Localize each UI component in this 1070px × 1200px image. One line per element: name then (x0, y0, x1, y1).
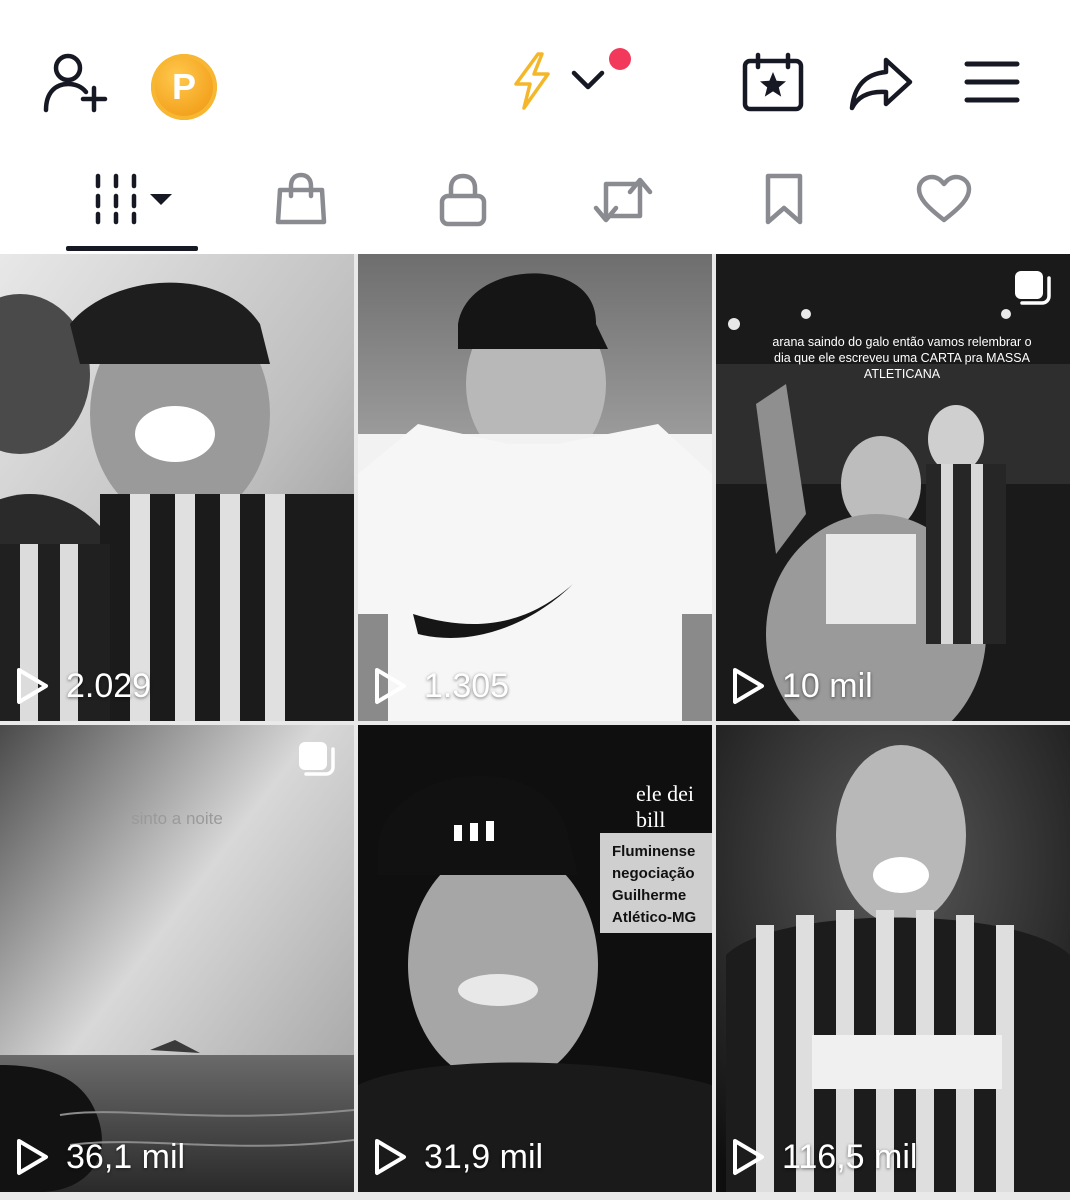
notification-dot (609, 48, 631, 70)
top-bar: P (0, 0, 1070, 150)
view-count: 116,5 mil (782, 1137, 918, 1176)
video-thumbnail (716, 254, 1070, 721)
lock-icon (439, 173, 487, 227)
carousel-icon (1015, 271, 1051, 305)
tab-shop[interactable] (250, 150, 350, 254)
view-count: 10 mil (782, 666, 873, 705)
view-count: 31,9 mil (424, 1137, 544, 1176)
video-tile[interactable]: arana saindo do galo então vamos relembr… (716, 254, 1070, 721)
view-count: 2.029 (66, 666, 152, 705)
video-thumbnail (0, 725, 354, 1192)
add-user-icon[interactable] (42, 52, 110, 114)
tab-selected-indicator (66, 246, 198, 251)
lightning-icon[interactable] (508, 52, 556, 110)
video-thumbnail (716, 725, 1070, 1192)
play-icon (375, 1139, 406, 1175)
view-count-badge: 36,1 mil (14, 1132, 185, 1182)
video-grid: 2.029 1.305 arana saindo do galo então v… (0, 254, 1070, 1200)
view-count: 1.305 (424, 666, 510, 705)
video-subcaption: Fluminense negociação Guilherme Atlético… (612, 843, 697, 926)
tab-private[interactable] (412, 150, 512, 254)
video-caption: ele dei bill (636, 781, 695, 832)
bookmark-icon (765, 173, 803, 225)
share-arrow-icon[interactable] (848, 56, 914, 112)
view-count: 36,1 mil (66, 1137, 186, 1176)
chevron-down-icon[interactable] (570, 68, 606, 92)
repost-icon (593, 177, 653, 223)
profile-screen: P 2.029 1.305 arana saindo do galo então… (0, 0, 1070, 1200)
video-caption: arana saindo do galo então vamos relembr… (772, 335, 1032, 381)
heart-icon (916, 174, 972, 223)
tab-liked[interactable] (894, 150, 994, 254)
view-count-badge: 116,5 mil (730, 1132, 917, 1182)
carousel-icon (299, 742, 335, 776)
play-icon (17, 668, 48, 704)
shopping-bag-icon (275, 172, 327, 225)
videos-grid-icon (95, 173, 172, 225)
play-icon (733, 668, 764, 704)
video-tile[interactable]: sinto a noite 36,1 mil (0, 725, 354, 1192)
tab-saved[interactable] (734, 150, 834, 254)
play-icon (733, 1139, 764, 1175)
video-tile[interactable]: 1.305 (358, 254, 712, 721)
video-caption: sinto a noite (131, 809, 223, 828)
tab-videos[interactable] (66, 150, 198, 254)
view-count-badge: 2.029 (14, 661, 151, 711)
video-tile[interactable]: 2.029 (0, 254, 354, 721)
play-icon (375, 668, 406, 704)
tab-reposts[interactable] (574, 150, 674, 254)
play-icon (17, 1139, 48, 1175)
video-tile[interactable]: 116,5 mil (716, 725, 1070, 1192)
video-tile[interactable]: ele dei bill Fluminense negociação Guilh… (358, 725, 712, 1192)
calendar-star-icon[interactable] (742, 52, 804, 112)
view-count-badge: 31,9 mil (372, 1132, 543, 1182)
coin-letter: P (171, 66, 196, 107)
video-thumbnail (0, 254, 354, 721)
dropdown-caret-icon (150, 194, 172, 205)
hamburger-menu-icon[interactable] (964, 60, 1020, 104)
coin-icon[interactable]: P (151, 54, 217, 120)
profile-tabs (0, 150, 1070, 254)
view-count-badge: 1.305 (372, 661, 509, 711)
view-count-badge: 10 mil (730, 661, 873, 711)
video-thumbnail (358, 254, 712, 721)
